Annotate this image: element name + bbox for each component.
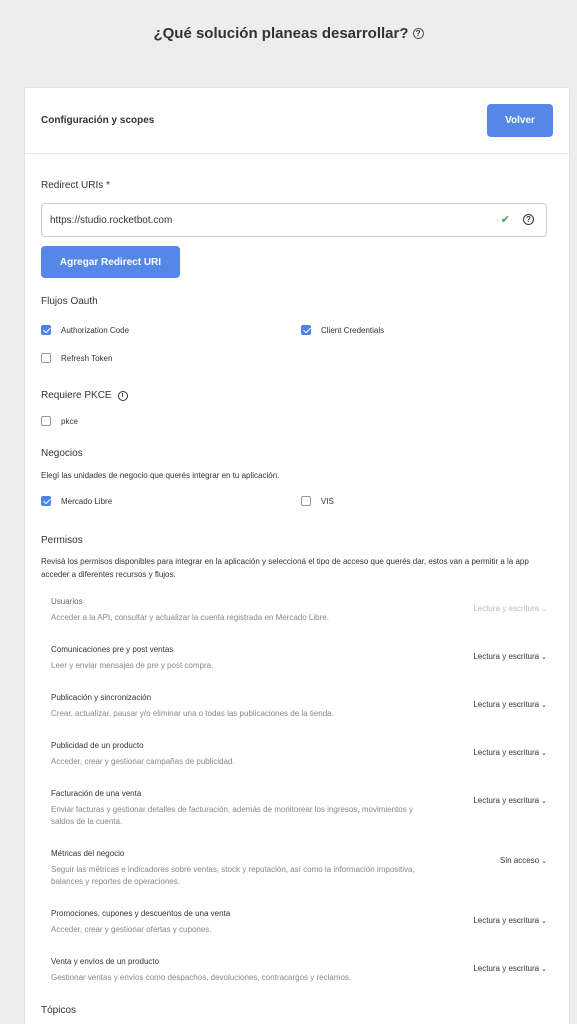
access-select[interactable]: Lectura y escritura ⌄: [473, 796, 547, 805]
checkbox-label: Mercado Libre: [61, 496, 113, 506]
chevron-down-icon: ⌄: [541, 606, 547, 613]
access-value: Sin acceso: [499, 856, 540, 865]
chevron-down-icon: ⌄: [541, 798, 547, 805]
page-title: ¿Qué solución planeas desarrollar??: [0, 25, 577, 42]
permission-description: Crear, actualizar, pausar y/o eliminar u…: [51, 709, 334, 718]
permission-description: Gestionar ventas y envíos como despachos…: [51, 973, 352, 982]
checkbox-checked-icon[interactable]: [301, 325, 311, 335]
chevron-down-icon: ⌄: [541, 654, 547, 661]
access-select[interactable]: Lectura y escritura ⌄: [473, 964, 547, 973]
access-select[interactable]: Sin acceso ⌄: [500, 856, 547, 865]
access-value: Lectura y escritura: [473, 748, 540, 757]
checkbox-client-credentials[interactable]: Client Credentials: [301, 325, 384, 335]
chevron-down-icon: ⌄: [541, 966, 547, 973]
checkbox-label: Client Credentials: [321, 325, 385, 335]
checkbox-unchecked-icon[interactable]: [301, 496, 311, 506]
checkbox-unchecked-icon[interactable]: [41, 353, 51, 363]
volver-button[interactable]: Volver: [487, 104, 553, 137]
checkbox-pkce[interactable]: pkce: [41, 416, 78, 426]
pkce-label-text: Requiere PKCE: [41, 390, 112, 401]
permission-description: Leer y enviar mensajes de pre y post com…: [51, 661, 214, 670]
permission-description: Seguir las métricas e indicadores sobre …: [51, 865, 415, 886]
pkce-label: Requiere PKCE i: [41, 390, 128, 401]
checkbox-mercado-libre[interactable]: Mercado Libre: [41, 496, 112, 506]
permission-row-facturacion: Facturación de una venta Enviar facturas…: [51, 789, 547, 828]
permission-row-promociones: Promociones, cupones y descuentos de una…: [51, 909, 547, 936]
checkbox-checked-icon[interactable]: [41, 496, 51, 506]
permission-row-ventas-envios: Venta y envíos de un producto Gestionar …: [51, 957, 547, 984]
permission-description: Acceder a la API, consultar y actualizar…: [51, 613, 329, 622]
access-value: Lectura y escritura: [473, 652, 540, 661]
permission-description: Acceder, crear y gestionar ofertas y cup…: [51, 925, 212, 934]
negocios-label: Negocios: [41, 448, 83, 459]
permission-row-metricas: Métricas del negocio Seguir las métricas…: [51, 849, 547, 888]
checkbox-label: Authorization Code: [61, 325, 130, 335]
checkbox-checked-icon[interactable]: [41, 325, 51, 335]
access-select[interactable]: Lectura y escritura ⌄: [473, 748, 547, 757]
config-card: Configuración y scopes Volver Redirect U…: [24, 87, 570, 1024]
oauth-flows-label: Flujos Oauth: [41, 296, 98, 307]
checkbox-label: Refresh Token: [61, 353, 113, 363]
permission-description: Acceder, crear y gestionar campañas de p…: [51, 757, 235, 766]
chevron-down-icon: ⌄: [541, 750, 547, 757]
page-title-text: ¿Qué solución planeas desarrollar?: [153, 25, 409, 42]
permission-row-usuarios: Usuarios Acceder a la API, consultar y a…: [51, 597, 547, 624]
permission-row-publicacion: Publicación y sincronización Crear, actu…: [51, 693, 547, 720]
access-select[interactable]: Lectura y escritura ⌄: [473, 700, 547, 709]
check-icon: ✔: [500, 214, 510, 226]
access-select[interactable]: Lectura y escritura ⌄: [473, 652, 547, 661]
checkbox-label: VIS: [321, 496, 334, 506]
add-redirect-uri-button[interactable]: Agregar Redirect URI: [41, 246, 180, 278]
checkbox-label: pkce: [61, 416, 78, 426]
checkbox-vis[interactable]: VIS: [301, 496, 334, 506]
info-icon[interactable]: i: [117, 391, 128, 401]
redirect-uri-field[interactable]: ✔ ?: [41, 203, 547, 237]
help-icon[interactable]: ?: [523, 214, 534, 225]
chevron-down-icon: ⌄: [541, 918, 547, 925]
negocios-description: Elegí las unidades de negocio que querés…: [41, 471, 280, 480]
topicos-label: Tópicos: [41, 1005, 77, 1016]
chevron-down-icon: ⌄: [541, 858, 547, 865]
access-select[interactable]: Lectura y escritura ⌄: [473, 916, 547, 925]
access-value: Lectura y escritura: [473, 796, 540, 805]
access-value: Lectura y escritura: [473, 700, 540, 709]
permisos-description: Revisá los permisos disponibles para int…: [41, 557, 529, 579]
redirect-uris-label: Redirect URIs *: [41, 180, 110, 191]
access-select: Lectura y escritura ⌄: [473, 604, 547, 613]
checkbox-unchecked-icon[interactable]: [41, 416, 51, 426]
card-title: Configuración y scopes: [41, 115, 155, 126]
permission-row-publicidad: Publicidad de un producto Acceder, crear…: [51, 741, 547, 768]
checkbox-authorization-code[interactable]: Authorization Code: [41, 325, 129, 335]
access-value: Lectura y escritura: [473, 604, 540, 613]
permission-row-comunicaciones: Comunicaciones pre y post ventas Leer y …: [51, 645, 547, 672]
help-icon[interactable]: ?: [412, 28, 424, 39]
access-value: Lectura y escritura: [473, 964, 540, 973]
redirect-uri-input[interactable]: [50, 211, 250, 229]
chevron-down-icon: ⌄: [541, 702, 547, 709]
card-header: Configuración y scopes Volver: [25, 88, 569, 154]
permission-title: Métricas del negocio: [51, 849, 125, 858]
permisos-label: Permisos: [41, 535, 83, 546]
permission-description: Enviar facturas y gestionar detalles de …: [51, 805, 413, 826]
access-value: Lectura y escritura: [473, 916, 540, 925]
checkbox-refresh-token[interactable]: Refresh Token: [41, 353, 112, 363]
